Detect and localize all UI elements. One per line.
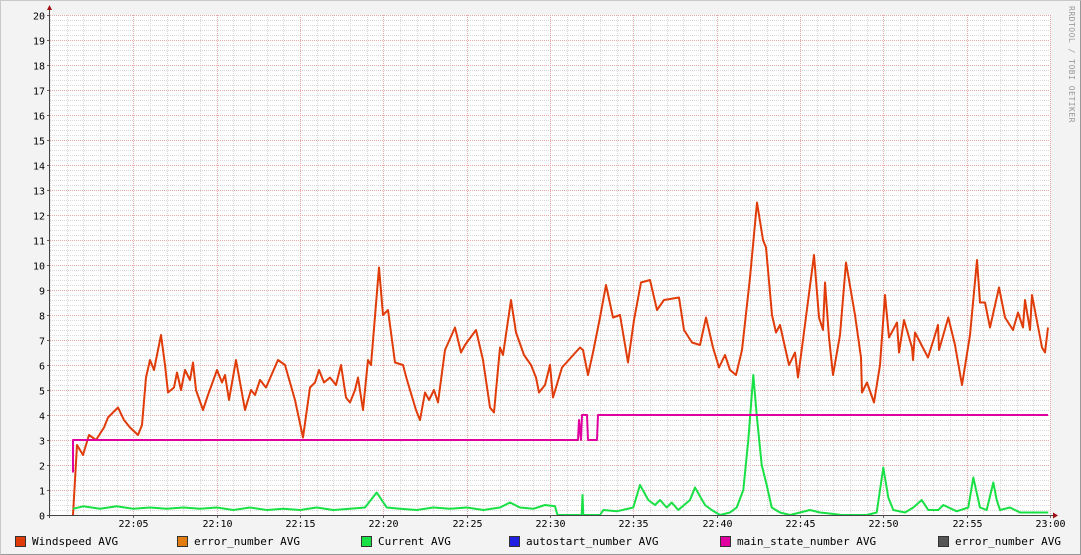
- y-tick-label: 4: [39, 412, 45, 423]
- y-tick-label: 14: [33, 162, 45, 173]
- x-tick-label: 22:15: [285, 519, 315, 530]
- y-tick-label: 11: [33, 237, 45, 248]
- legend-item-error-number: error_number AVG: [177, 534, 300, 548]
- y-tick-label: 13: [33, 187, 45, 198]
- x-tick-label: 22:50: [868, 519, 898, 530]
- rrd-chart: 0123456789101112131415161718192022:05 22:…: [33, 5, 1066, 530]
- y-axis-arrow-icon: [47, 5, 52, 10]
- y-tick-label: 10: [33, 262, 45, 273]
- y-tick-label: 1: [39, 487, 45, 498]
- legend-label: error_number AVG: [194, 534, 300, 548]
- y-tick-label: 17: [33, 87, 45, 98]
- x-axis-arrow-icon: [1053, 512, 1058, 519]
- legend-label: main_state_number AVG: [737, 534, 877, 548]
- y-tick-label: 8: [39, 312, 45, 323]
- y-tick-label: 5: [39, 387, 45, 398]
- x-tick-label: 22:20: [368, 519, 398, 530]
- y-tick-label: 16: [33, 112, 45, 123]
- x-tick-label: 22:30: [535, 519, 565, 530]
- y-tick-label: 20: [33, 12, 45, 23]
- legend-label: autostart_number AVG: [526, 534, 659, 548]
- legend-swatch: [720, 535, 731, 547]
- y-tick-label: 6: [39, 362, 45, 373]
- x-tick-label: 22:25: [452, 519, 482, 530]
- legend-item-main-state-number: main_state_number AVG: [720, 534, 876, 548]
- rrdtool-credit: RRDTOOL / TOBI OETIKER: [1067, 6, 1076, 123]
- legend-item-autostart-number: autostart_number AVG: [509, 534, 658, 548]
- y-tick-label: 12: [33, 212, 45, 223]
- y-tick-label: 2: [39, 462, 45, 473]
- legend-item-current: Current AVG: [361, 534, 451, 548]
- y-tick-label: 3: [39, 437, 45, 448]
- x-tick-label: 22:55: [952, 519, 982, 530]
- x-tick-label: 22:10: [202, 519, 232, 530]
- legend-swatch: [361, 535, 372, 547]
- legend-label: Windspeed AVG: [32, 534, 119, 548]
- x-tick-label: 23:00: [1035, 519, 1065, 530]
- y-tick-label: 18: [33, 62, 45, 73]
- y-tick-label: 19: [33, 37, 45, 48]
- legend-swatch: [15, 535, 26, 547]
- y-tick-label: 0: [39, 512, 45, 523]
- legend-label: error_number AVG: [955, 534, 1061, 548]
- x-tick-label: 22:35: [618, 519, 648, 530]
- legend-item-error-number-2: error_number AVG: [938, 534, 1061, 548]
- x-tick-label: 22:45: [785, 519, 815, 530]
- legend-item-windspeed: Windspeed AVG: [15, 534, 118, 548]
- legend-swatch: [938, 535, 949, 547]
- y-tick-label: 7: [39, 337, 45, 348]
- legend-label: Current AVG: [378, 534, 451, 548]
- y-tick-label: 9: [39, 287, 45, 298]
- legend-swatch: [177, 535, 188, 547]
- legend-swatch: [509, 535, 520, 547]
- y-tick-label: 15: [33, 137, 45, 148]
- x-tick-label: 22:40: [702, 519, 732, 530]
- x-tick-label: 22:05: [118, 519, 148, 530]
